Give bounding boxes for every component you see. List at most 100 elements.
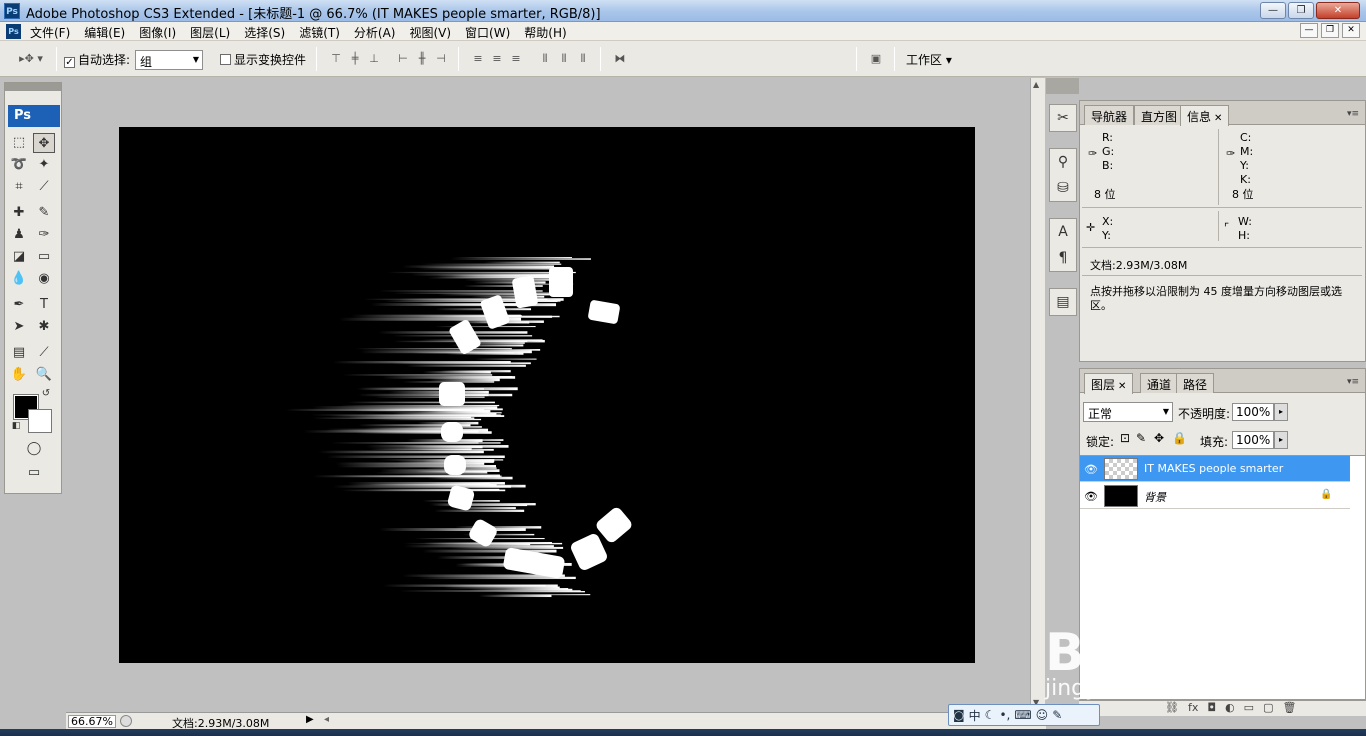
eye-icon[interactable]: 👁	[1084, 463, 1098, 476]
auto-align-icon[interactable]: ⧓	[612, 52, 628, 66]
background-color-swatch[interactable]	[28, 409, 52, 433]
paragraph-icon[interactable]: ¶	[1050, 245, 1076, 271]
character-icon[interactable]: A	[1050, 219, 1076, 245]
minimize-button[interactable]: —	[1260, 2, 1286, 19]
menu-help[interactable]: 帮助(H)	[524, 24, 572, 41]
clone-stamp-tool-icon[interactable]: ♟	[8, 225, 30, 245]
slice-tool-icon[interactable]: ⟋	[33, 177, 55, 197]
notes-tool-icon[interactable]: ▤	[8, 343, 30, 363]
distribute-bottom-icon[interactable]: ≡	[508, 52, 524, 66]
tab-layers[interactable]: 图层 ✕	[1084, 373, 1134, 394]
tab-navigator[interactable]: 导航器	[1084, 105, 1135, 125]
shape-tool-icon[interactable]: ✱	[33, 317, 55, 337]
opacity-slider-arrow-icon[interactable]: ▸	[1274, 403, 1288, 421]
panel-menu-icon[interactable]: ▾≡	[1347, 109, 1359, 119]
zoom-status-icon[interactable]	[120, 715, 132, 727]
align-bottom-icon[interactable]: ⊥	[366, 52, 382, 66]
dodge-tool-icon[interactable]: ◉	[33, 269, 55, 289]
layer-comps-icon[interactable]: ▤	[1050, 289, 1076, 315]
history-brush-tool-icon[interactable]: ✑	[33, 225, 55, 245]
zoom-tool-icon[interactable]: 🔍	[33, 365, 55, 385]
doc-restore-button[interactable]: ❐	[1321, 23, 1339, 38]
eye-icon[interactable]: 👁	[1084, 490, 1098, 503]
quick-mask-icon[interactable]: ◯	[21, 439, 47, 459]
healing-brush-tool-icon[interactable]: ✚	[8, 203, 30, 223]
path-selection-tool-icon[interactable]: ➤	[8, 317, 30, 337]
fill-input[interactable]: 100%	[1232, 431, 1274, 449]
align-left-icon[interactable]: ⊢	[395, 52, 411, 66]
crop-tool-icon[interactable]: ⌗	[8, 177, 30, 197]
doc-minimize-button[interactable]: —	[1300, 23, 1318, 38]
vertical-scrollbar[interactable]: ▲ ▼	[1030, 78, 1045, 712]
menu-view[interactable]: 视图(V)	[409, 24, 457, 41]
distribute-left-icon[interactable]: ⦀	[537, 52, 553, 66]
layer-row-background[interactable]: 👁 背景 🔒	[1080, 483, 1350, 509]
user-icon[interactable]: ☺	[1036, 708, 1049, 722]
canvas[interactable]	[119, 127, 975, 663]
scroll-left-arrow-icon[interactable]: ◂	[324, 714, 329, 725]
lock-position-icon[interactable]: ✥	[1154, 431, 1164, 445]
magic-wand-tool-icon[interactable]: ✦	[33, 155, 55, 175]
brushes-icon[interactable]: ⚲	[1050, 149, 1076, 175]
close-button[interactable]: ✕	[1316, 2, 1360, 19]
menu-edit[interactable]: 编辑(E)	[84, 24, 131, 41]
lock-transparency-icon[interactable]: ⊡	[1120, 431, 1130, 445]
type-tool-icon[interactable]: T	[33, 295, 55, 315]
eraser-tool-icon[interactable]: ◪	[8, 247, 30, 267]
menu-select[interactable]: 选择(S)	[244, 24, 291, 41]
close-tab-icon[interactable]: ✕	[1118, 381, 1126, 392]
tool-presets-icon[interactable]: ✂	[1050, 105, 1076, 131]
ime-mode[interactable]: 中	[969, 707, 981, 724]
align-hcenter-icon[interactable]: ╫	[414, 52, 430, 66]
toolbox-grip[interactable]	[5, 83, 61, 91]
zoom-level-field[interactable]: 66.67%	[68, 715, 116, 728]
default-colors-icon[interactable]: ◧	[9, 419, 23, 433]
auto-select-checkbox[interactable]: ✓ 自动选择:	[64, 51, 130, 68]
auto-select-target-dropdown[interactable]: 组	[135, 50, 203, 70]
lock-image-icon[interactable]: ✎	[1136, 431, 1146, 445]
lock-all-icon[interactable]: 🔒	[1172, 431, 1187, 445]
app-menu-icon[interactable]: Ps	[6, 24, 21, 39]
moon-icon[interactable]: ☾	[985, 708, 996, 722]
swap-colors-icon[interactable]: ↺	[39, 387, 53, 401]
blend-mode-dropdown[interactable]: 正常	[1083, 402, 1173, 422]
hand-tool-icon[interactable]: ✋	[8, 365, 30, 385]
menu-layer[interactable]: 图层(L)	[190, 24, 236, 41]
align-vcenter-icon[interactable]: ╪	[347, 52, 363, 66]
scroll-up-arrow-icon[interactable]: ▲	[1033, 80, 1039, 89]
distribute-right-icon[interactable]: ⦀	[575, 52, 591, 66]
gradient-tool-icon[interactable]: ▭	[33, 247, 55, 267]
layer-row-text[interactable]: 👁 IT MAKES people smarter	[1080, 456, 1350, 482]
distribute-top-icon[interactable]: ≡	[470, 52, 486, 66]
panel-menu-icon[interactable]: ▾≡	[1347, 377, 1359, 387]
distribute-vcenter-icon[interactable]: ≡	[489, 52, 505, 66]
clone-source-icon[interactable]: ⛁	[1050, 175, 1076, 201]
punctuation-icon[interactable]: •,	[999, 708, 1010, 722]
fill-slider-arrow-icon[interactable]: ▸	[1274, 431, 1288, 449]
align-top-icon[interactable]: ⊤	[328, 52, 344, 66]
show-transform-checkbox[interactable]: 显示变换控件	[220, 51, 306, 68]
restore-button[interactable]: ❐	[1288, 2, 1314, 19]
doc-close-button[interactable]: ✕	[1342, 23, 1360, 38]
dock-grip[interactable]	[1046, 78, 1079, 94]
tab-channels[interactable]: 通道	[1140, 373, 1179, 393]
menu-image[interactable]: 图像(I)	[139, 24, 182, 41]
workspace-menu[interactable]: 工作区 ▾	[906, 51, 952, 68]
menu-file[interactable]: 文件(F)	[30, 24, 76, 41]
status-menu-arrow-icon[interactable]: ▶	[306, 714, 314, 725]
ime-logo-icon[interactable]: ◙	[953, 708, 965, 722]
close-tab-icon[interactable]: ✕	[1214, 113, 1222, 124]
marquee-tool-icon[interactable]: ⬚	[8, 133, 30, 153]
move-tool-icon[interactable]: ✥	[33, 133, 55, 153]
distribute-hcenter-icon[interactable]: ⦀	[556, 52, 572, 66]
tab-paths[interactable]: 路径	[1176, 373, 1215, 393]
eyedropper-tool-icon[interactable]: ⟋	[33, 343, 55, 363]
tab-histogram[interactable]: 直方图	[1134, 105, 1185, 125]
bridge-icon[interactable]: ▣	[864, 52, 888, 66]
wrench-icon[interactable]: ✎	[1052, 708, 1062, 722]
opacity-input[interactable]: 100%	[1232, 403, 1274, 421]
pen-tool-icon[interactable]: ✒	[8, 295, 30, 315]
screen-mode-icon[interactable]: ▭	[17, 463, 51, 483]
tab-info[interactable]: 信息 ✕	[1180, 105, 1230, 126]
align-right-icon[interactable]: ⊣	[433, 52, 449, 66]
